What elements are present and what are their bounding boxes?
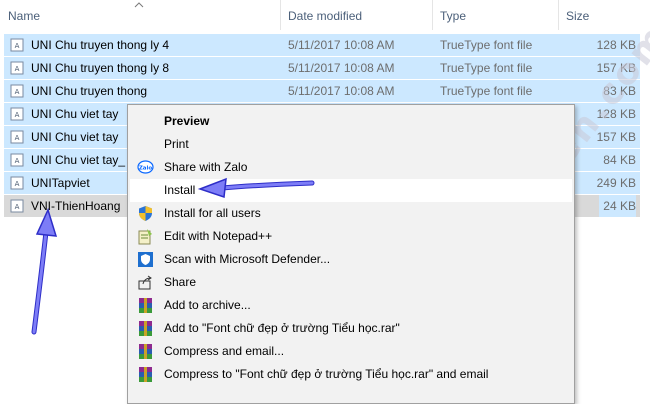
- file-date: 5/11/2017 10:08 AM: [288, 84, 395, 98]
- file-name: UNI Chu viet tay_: [31, 153, 126, 167]
- font-file-icon: A: [10, 153, 24, 167]
- context-menu: Preview Print Zalo Share with Zalo Insta…: [127, 104, 575, 404]
- menu-item-print[interactable]: Print: [128, 133, 574, 156]
- font-file-icon: A: [10, 130, 24, 144]
- column-header: Name Date modified Type Size: [0, 0, 650, 30]
- menu-item-label: Install: [164, 183, 196, 197]
- file-type: TrueType font file: [440, 61, 533, 75]
- menu-item-edit-notepad-plus-plus[interactable]: Edit with Notepad++: [128, 225, 574, 248]
- menu-item-label: Preview: [164, 114, 210, 128]
- menu-item-install-all-users[interactable]: Install for all users: [128, 202, 574, 225]
- file-date: 5/11/2017 10:08 AM: [288, 61, 395, 75]
- font-file-icon: A: [10, 38, 24, 52]
- share-icon: [138, 275, 152, 290]
- svg-text:A: A: [15, 203, 20, 211]
- font-file-icon: A: [10, 176, 24, 190]
- file-type: TrueType font file: [440, 84, 533, 98]
- winrar-icon: [139, 367, 152, 382]
- menu-item-label: Compress to "Font chữ đẹp ở trường Tiểu …: [164, 367, 489, 381]
- file-date: 5/11/2017 10:08 AM: [288, 38, 395, 52]
- menu-item-label: Share with Zalo: [164, 160, 248, 174]
- winrar-icon: [139, 298, 152, 313]
- svg-text:A: A: [15, 88, 20, 96]
- menu-item-label: Compress and email...: [164, 344, 285, 358]
- menu-item-label: Add to archive...: [164, 298, 251, 312]
- font-file-icon: A: [10, 84, 24, 98]
- winrar-icon: [139, 344, 152, 359]
- menu-item-label: Share: [164, 275, 197, 289]
- menu-item-add-to-rar[interactable]: Add to "Font chữ đẹp ở trường Tiểu học.r…: [128, 317, 574, 340]
- svg-text:A: A: [15, 180, 20, 188]
- menu-item-install[interactable]: Install: [128, 179, 574, 202]
- defender-icon: [138, 252, 153, 267]
- svg-text:A: A: [15, 157, 20, 165]
- file-name: UNI Chu truyen thong ly 4: [31, 38, 170, 52]
- column-date-modified[interactable]: Date modified: [280, 0, 432, 30]
- file-name: UNI Chu truyen thong ly 8: [31, 61, 170, 75]
- svg-text:A: A: [15, 65, 20, 73]
- menu-item-compress-and-email[interactable]: Compress and email...: [128, 340, 574, 363]
- file-name: UNI Chu viet tay: [31, 107, 119, 121]
- menu-item-label: Install for all users: [164, 206, 261, 220]
- file-size: 249 KB: [596, 176, 636, 190]
- menu-item-label: Edit with Notepad++: [164, 229, 273, 243]
- column-type[interactable]: Type: [432, 0, 558, 30]
- file-size: 24 KB: [599, 195, 636, 217]
- file-name: VNI-ThienHoang: [31, 199, 121, 213]
- font-file-icon: A: [10, 61, 24, 75]
- file-size: 84 KB: [603, 153, 636, 167]
- menu-item-compress-to-rar-and-email[interactable]: Compress to "Font chữ đẹp ở trường Tiểu …: [128, 363, 574, 386]
- font-file-icon: A: [10, 199, 24, 213]
- arrow-to-selected-files-icon: [31, 207, 58, 335]
- svg-text:A: A: [15, 42, 20, 50]
- file-name: UNITapviet: [31, 176, 90, 190]
- menu-item-label: Print: [164, 137, 189, 151]
- svg-text:Zalo: Zalo: [139, 166, 153, 172]
- menu-item-label: Scan with Microsoft Defender...: [164, 252, 331, 266]
- shield-icon: [139, 206, 152, 221]
- file-row[interactable]: A UNI Chu truyen thong ly 8 5/11/2017 10…: [0, 57, 650, 79]
- svg-text:A: A: [15, 111, 20, 119]
- winrar-icon: [139, 321, 152, 336]
- file-row[interactable]: A UNI Chu truyen thong ly 4 5/11/2017 10…: [0, 34, 650, 56]
- menu-item-preview[interactable]: Preview: [128, 110, 574, 133]
- menu-item-scan-defender[interactable]: Scan with Microsoft Defender...: [128, 248, 574, 271]
- menu-item-share-with-zalo[interactable]: Zalo Share with Zalo: [128, 156, 574, 179]
- menu-item-share[interactable]: Share: [128, 271, 574, 294]
- file-name: UNI Chu viet tay: [31, 130, 119, 144]
- svg-text:A: A: [15, 134, 20, 142]
- file-name: UNI Chu truyen thong: [31, 84, 148, 98]
- zalo-icon: Zalo: [137, 160, 154, 174]
- notepad-plus-plus-icon: [138, 229, 152, 245]
- menu-item-label: Add to "Font chữ đẹp ở trường Tiểu học.r…: [164, 321, 400, 335]
- menu-item-add-to-archive[interactable]: Add to archive...: [128, 294, 574, 317]
- file-type: TrueType font file: [440, 38, 533, 52]
- font-file-icon: A: [10, 107, 24, 121]
- column-name[interactable]: Name: [0, 0, 280, 30]
- file-row[interactable]: A UNI Chu truyen thong 5/11/2017 10:08 A…: [0, 80, 650, 102]
